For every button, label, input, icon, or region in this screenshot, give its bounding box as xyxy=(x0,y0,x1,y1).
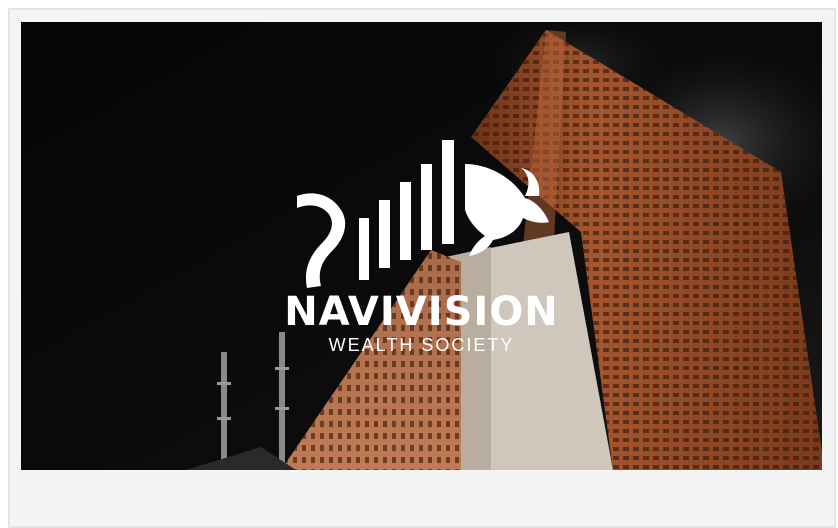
bull-with-bar-chart-icon xyxy=(297,140,549,288)
hero-image: NAVIVISION WEALTH SOCIETY xyxy=(21,22,822,470)
card-footer xyxy=(21,470,822,518)
brand-tagline: WEALTH SOCIETY xyxy=(328,335,515,355)
brand-name: NAVIVISION xyxy=(284,289,559,335)
